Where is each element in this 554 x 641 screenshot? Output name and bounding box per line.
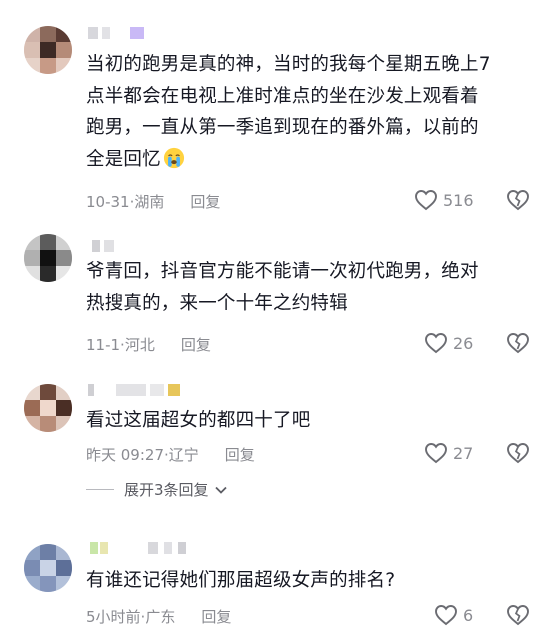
- like-button[interactable]: 26: [424, 332, 473, 354]
- reply-button[interactable]: 回复: [181, 334, 211, 355]
- heart-icon: [435, 605, 457, 626]
- like-count: 516: [443, 190, 474, 210]
- dislike-broken-heart-icon[interactable]: [506, 442, 530, 464]
- like-count: 27: [453, 443, 474, 463]
- comment-meta: 11-1 · 河北 回复: [86, 334, 211, 355]
- comment-text-line: 看过这届超女的都四十了吧: [86, 410, 311, 431]
- chevron-down-icon: [214, 486, 227, 494]
- comment-text-line: 全是回忆: [86, 144, 532, 176]
- comment-date: 5小时前: [86, 608, 141, 626]
- comment-text: 爷青回，抖音官方能不能请一次初代跑男，绝对 热搜真的，来一个十年之约特辑: [86, 256, 532, 319]
- comment-location: 河北: [124, 336, 155, 354]
- comment-meta: 昨天 09:27 · 辽宁 回复: [86, 444, 255, 465]
- username-blurred[interactable]: [88, 27, 158, 39]
- avatar[interactable]: [24, 234, 72, 282]
- username-blurred[interactable]: [88, 384, 183, 396]
- heart-icon: [415, 190, 437, 211]
- comment-date: 11-1: [86, 335, 121, 354]
- comment-text: 看过这届超女的都四十了吧: [86, 405, 532, 437]
- heart-icon: [425, 443, 447, 464]
- like-count: 6: [463, 605, 474, 625]
- comment-location: 广东: [145, 608, 176, 626]
- comment-text-line: 有谁还记得她们那届超级女声的排名?: [86, 570, 396, 591]
- dislike-broken-heart-icon[interactable]: [506, 604, 530, 626]
- comment-text-line: 当初的跑男是真的神，当时的我每个星期五晚上7: [86, 54, 491, 75]
- avatar[interactable]: [24, 384, 72, 432]
- like-button[interactable]: 27: [424, 442, 473, 464]
- comment-text-line: 热搜真的，来一个十年之约特辑: [86, 292, 348, 314]
- comment-meta: 10-31 · 湖南 回复: [86, 191, 220, 212]
- crying-face-icon: [163, 147, 184, 168]
- comment-location: 辽宁: [168, 446, 199, 464]
- comment-text-line: 爷青回，抖音官方能不能请一次初代跑男，绝对: [86, 261, 479, 282]
- dislike-broken-heart-icon[interactable]: [506, 332, 530, 354]
- divider: [86, 489, 114, 490]
- like-button[interactable]: 6: [434, 604, 473, 626]
- like-button[interactable]: 516: [414, 189, 474, 211]
- expand-replies-button[interactable]: 展开3条回复: [86, 479, 227, 500]
- comment-text-line: 点半都会在电视上准时准点的坐在沙发上观看着: [86, 85, 479, 107]
- comment-date: 昨天 09:27: [86, 446, 164, 464]
- reply-button[interactable]: 回复: [201, 606, 231, 627]
- dislike-broken-heart-icon[interactable]: [506, 189, 530, 211]
- reply-button[interactable]: 回复: [225, 444, 255, 465]
- avatar[interactable]: [24, 544, 72, 592]
- comment-meta: 5小时前 · 广东 回复: [86, 606, 231, 627]
- expand-replies-label: 展开3条回复: [124, 481, 209, 499]
- comment-text: 当初的跑男是真的神，当时的我每个星期五晚上7 点半都会在电视上准时准点的坐在沙发…: [86, 49, 532, 175]
- comment-text: 有谁还记得她们那届超级女声的排名?: [86, 565, 532, 597]
- comment-date: 10-31: [86, 192, 130, 211]
- username-blurred[interactable]: [92, 240, 132, 252]
- reply-button[interactable]: 回复: [190, 191, 220, 212]
- like-count: 26: [453, 333, 474, 353]
- comment-text-line: 跑男，一直从第一季追到现在的番外篇，以前的: [86, 117, 479, 138]
- username-blurred[interactable]: [90, 542, 190, 554]
- heart-icon: [425, 333, 447, 354]
- avatar[interactable]: [24, 26, 72, 74]
- comment-location: 湖南: [134, 193, 165, 211]
